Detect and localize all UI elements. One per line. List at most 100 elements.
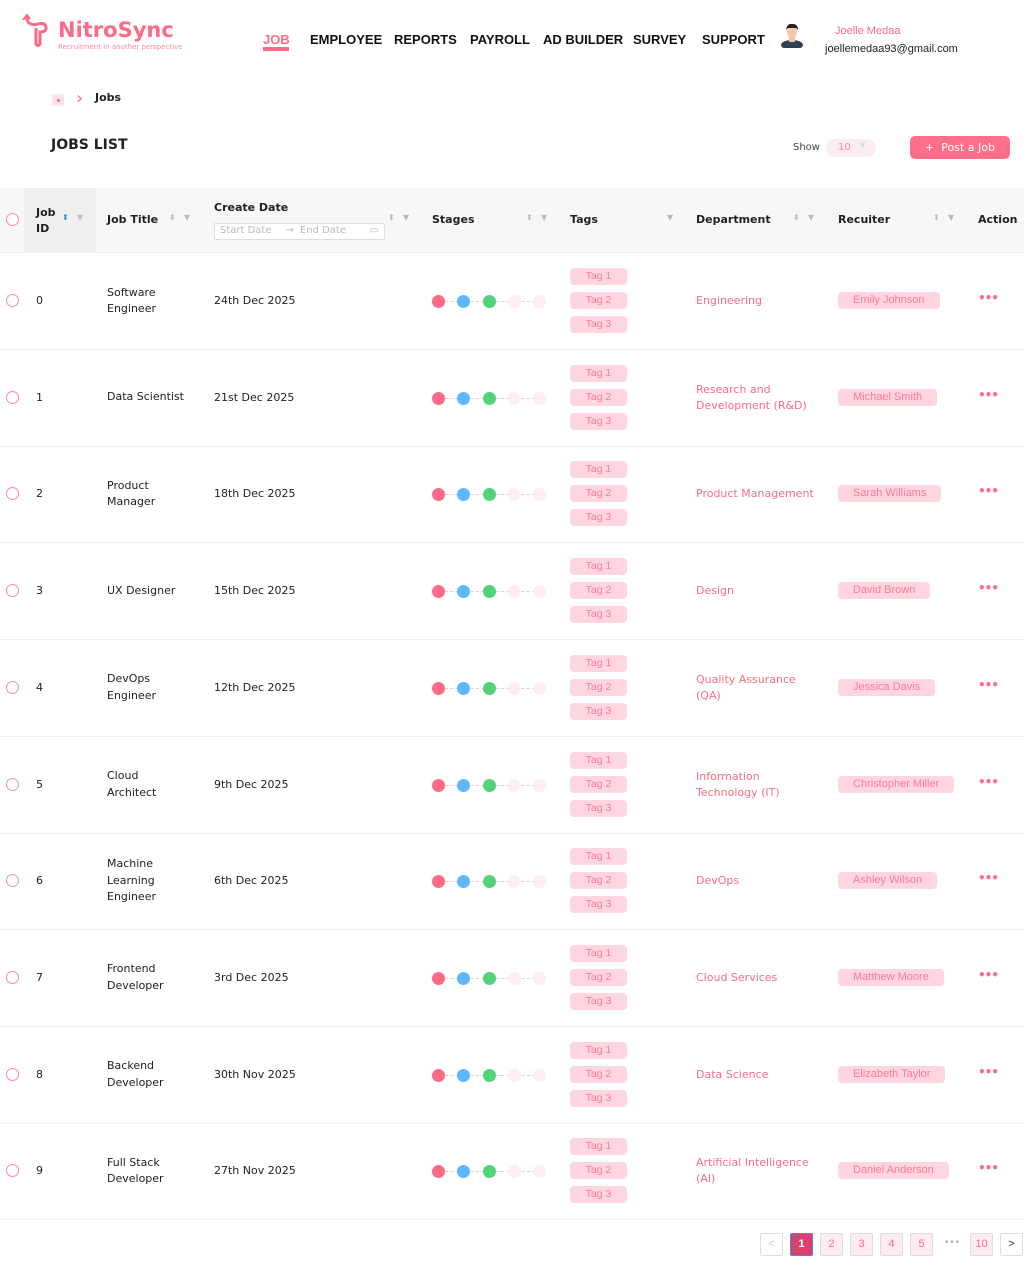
nav-support[interactable]: SUPPORT bbox=[702, 32, 765, 47]
show-label: Show bbox=[793, 142, 820, 153]
job-id: 6 bbox=[36, 874, 43, 888]
sort-icon[interactable]: ⬍ bbox=[169, 213, 176, 222]
job-id: 3 bbox=[36, 584, 43, 598]
sort-icon[interactable]: ⬍ bbox=[526, 213, 533, 222]
job-title[interactable]: Software Engineer bbox=[107, 285, 187, 318]
nav-job[interactable]: JOB bbox=[263, 32, 290, 47]
col-tags[interactable]: Tags bbox=[570, 213, 598, 226]
more-actions-icon[interactable]: ••• bbox=[978, 581, 999, 595]
more-actions-icon[interactable]: ••• bbox=[978, 1065, 999, 1079]
nav-survey[interactable]: SURVEY bbox=[633, 32, 686, 47]
job-title[interactable]: Data Scientist bbox=[107, 389, 187, 406]
nav-employee[interactable]: EMPLOYEE bbox=[310, 32, 382, 47]
page-3[interactable]: 3 bbox=[850, 1233, 873, 1256]
date-range-input[interactable]: Start Date → End Date ▭ bbox=[214, 223, 385, 240]
recruiter-badge: Elizabeth Taylor bbox=[838, 1065, 946, 1083]
more-actions-icon[interactable]: ••• bbox=[978, 1161, 999, 1175]
nav-active-indicator bbox=[263, 47, 289, 51]
create-date: 27th Nov 2025 bbox=[214, 1164, 296, 1178]
filter-icon[interactable]: ▼ bbox=[541, 213, 547, 222]
page-size-select[interactable]: 10 ∨ bbox=[826, 139, 876, 157]
page-4[interactable]: 4 bbox=[880, 1233, 903, 1256]
more-actions-icon[interactable]: ••• bbox=[978, 871, 999, 885]
row-checkbox[interactable] bbox=[6, 874, 19, 888]
stage-dot bbox=[457, 391, 471, 405]
tag-badge: Tag 2 bbox=[570, 968, 627, 986]
filter-icon[interactable]: ▼ bbox=[77, 213, 83, 222]
filter-icon[interactable]: ▼ bbox=[184, 213, 190, 222]
stage-dot bbox=[432, 1068, 445, 1082]
row-checkbox[interactable] bbox=[6, 584, 19, 598]
filter-icon[interactable]: ▼ bbox=[403, 213, 409, 222]
job-title[interactable]: DevOps Engineer bbox=[107, 671, 187, 704]
create-date: 15th Dec 2025 bbox=[214, 584, 296, 598]
job-title[interactable]: Cloud Architect bbox=[107, 768, 187, 801]
filter-icon[interactable]: ▼ bbox=[808, 213, 814, 222]
page-5[interactable]: 5 bbox=[910, 1233, 933, 1256]
department: Product Management bbox=[696, 487, 814, 501]
sort-icon[interactable]: ⬍ bbox=[62, 213, 69, 222]
select-all-checkbox[interactable] bbox=[6, 213, 19, 226]
stage-dot bbox=[432, 585, 445, 599]
sort-icon[interactable]: ⬍ bbox=[793, 213, 800, 222]
row-checkbox[interactable] bbox=[6, 294, 19, 307]
pagination-prev[interactable]: < bbox=[760, 1233, 783, 1256]
page-10[interactable]: 10 bbox=[970, 1233, 993, 1256]
job-title[interactable]: Backend Developer bbox=[107, 1058, 187, 1091]
col-create-date[interactable]: Create Date bbox=[214, 201, 288, 214]
job-title[interactable]: Product Manager bbox=[107, 478, 187, 511]
filter-icon[interactable]: ▼ bbox=[948, 213, 954, 222]
job-title[interactable]: UX Designer bbox=[107, 583, 187, 600]
sort-icon[interactable]: ⬍ bbox=[388, 213, 395, 222]
col-action: Action bbox=[978, 213, 1018, 226]
tag-badge: Tag 1 bbox=[570, 944, 627, 962]
more-actions-icon[interactable]: ••• bbox=[978, 388, 999, 402]
more-actions-icon[interactable]: ••• bbox=[978, 775, 999, 789]
more-actions-icon[interactable]: ••• bbox=[978, 968, 999, 982]
nav-reports[interactable]: REPORTS bbox=[394, 32, 457, 47]
col-job-id[interactable]: Job ID bbox=[36, 205, 60, 237]
row-checkbox[interactable] bbox=[6, 777, 19, 791]
pagination-ellipsis[interactable]: ••• bbox=[944, 1238, 960, 1248]
nav-ad-builder[interactable]: AD BUILDER bbox=[543, 32, 623, 47]
stage-dot bbox=[507, 488, 521, 502]
col-job-title[interactable]: Job Title bbox=[107, 213, 158, 226]
table-row: 9 Full Stack Developer 27th Nov 2025 Tag 1 T… bbox=[0, 1123, 1024, 1221]
job-id: 1 bbox=[36, 390, 43, 404]
col-recruiter[interactable]: Recuiter bbox=[838, 213, 890, 226]
page-1[interactable]: 1 bbox=[790, 1233, 813, 1256]
stage-dot bbox=[457, 585, 471, 599]
sort-icon[interactable]: ⬍ bbox=[933, 213, 940, 222]
row-checkbox[interactable] bbox=[6, 680, 19, 694]
col-stages[interactable]: Stages bbox=[432, 213, 475, 226]
stage-dot bbox=[457, 778, 471, 792]
user-email: joellemedaa93@gmail.com bbox=[825, 43, 958, 55]
more-actions-icon[interactable]: ••• bbox=[978, 291, 999, 305]
pagination-next[interactable]: > bbox=[1000, 1233, 1023, 1256]
col-department[interactable]: Department bbox=[696, 213, 771, 226]
job-title[interactable]: Machine Learning Engineer bbox=[107, 856, 187, 906]
row-checkbox[interactable] bbox=[6, 487, 19, 501]
job-title[interactable]: Full Stack Developer bbox=[107, 1155, 187, 1188]
job-title[interactable]: Frontend Developer bbox=[107, 961, 187, 994]
stage-dot bbox=[533, 391, 547, 405]
tag-badge: Tag 3 bbox=[570, 896, 627, 914]
row-checkbox[interactable] bbox=[6, 1164, 19, 1178]
recruiter-badge: Christopher Miller bbox=[838, 775, 955, 793]
home-icon[interactable] bbox=[52, 94, 64, 106]
nav-payroll[interactable]: PAYROLL bbox=[470, 32, 530, 47]
page-2[interactable]: 2 bbox=[820, 1233, 843, 1256]
row-checkbox[interactable] bbox=[6, 1067, 19, 1081]
page-size-value: 10 bbox=[838, 142, 851, 153]
create-date: 9th Dec 2025 bbox=[214, 777, 289, 791]
table-row: 7 Frontend Developer 3rd Dec 2025 Tag 1 Tag … bbox=[0, 930, 1024, 1027]
filter-icon[interactable]: ▼ bbox=[667, 213, 673, 222]
post-job-button[interactable]: + Post a Job bbox=[910, 136, 1010, 159]
more-actions-icon[interactable]: ••• bbox=[978, 484, 999, 498]
job-id: 2 bbox=[36, 487, 43, 501]
stage-dot bbox=[432, 391, 445, 405]
row-checkbox[interactable] bbox=[6, 970, 19, 984]
avatar[interactable] bbox=[780, 22, 804, 48]
row-checkbox[interactable] bbox=[6, 390, 19, 404]
more-actions-icon[interactable]: ••• bbox=[978, 678, 999, 692]
